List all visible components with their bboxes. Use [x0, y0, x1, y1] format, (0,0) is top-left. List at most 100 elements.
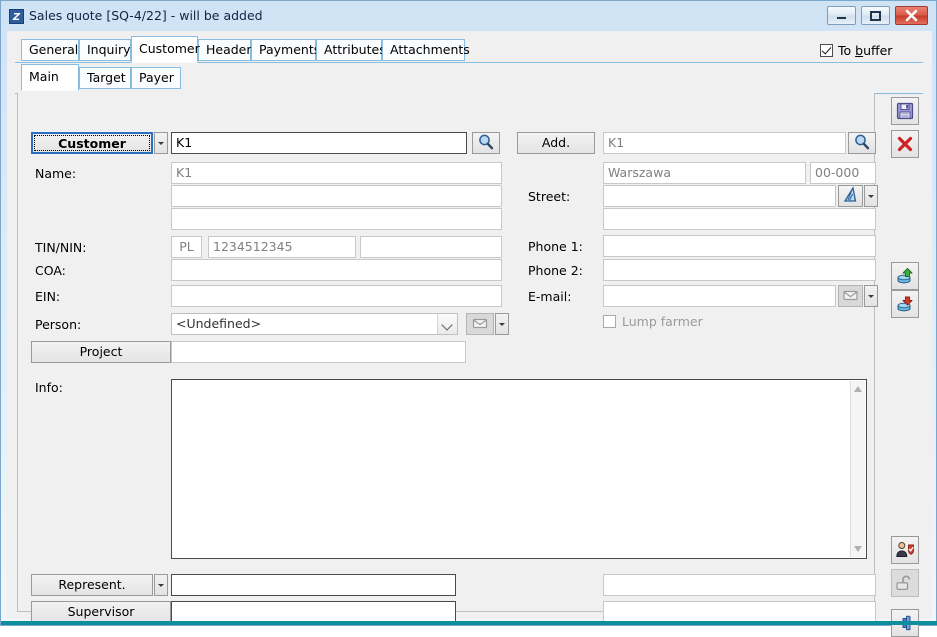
unlocked-padlock-icon — [896, 575, 911, 590]
info-label: Info: — [35, 380, 63, 395]
tab-main[interactable]: Main — [21, 64, 79, 91]
scroll-down-icon[interactable] — [854, 546, 863, 552]
email-mail-dropdown-button[interactable] — [864, 285, 878, 307]
supervisor-input-right[interactable] — [603, 601, 876, 623]
close-button[interactable] — [895, 6, 928, 25]
tin-number-input[interactable]: 1234512345 — [208, 236, 356, 258]
app-icon: Z — [9, 9, 24, 24]
name-input-2[interactable] — [171, 185, 502, 207]
export-button[interactable] — [891, 290, 919, 318]
represent-dropdown-button[interactable] — [154, 574, 168, 596]
user-shield-icon — [896, 542, 914, 557]
tab-attachments[interactable]: Attachments — [382, 39, 470, 61]
tin-extra-input[interactable] — [360, 236, 502, 258]
email-mail-button[interactable] — [838, 285, 863, 307]
supervisor-input[interactable] — [171, 601, 456, 623]
represent-button[interactable]: Represent. — [31, 574, 153, 596]
delete-button[interactable] — [891, 130, 919, 158]
name-label: Name: — [35, 166, 77, 181]
person-mail-button[interactable] — [466, 313, 494, 335]
tab-header[interactable]: Header — [198, 39, 252, 61]
maximize-icon — [870, 11, 881, 21]
envelope-icon — [472, 318, 488, 329]
permissions-button[interactable] — [891, 536, 919, 564]
save-button[interactable] — [891, 97, 919, 125]
postcode-input[interactable]: 00-000 — [810, 162, 876, 184]
coa-input[interactable] — [171, 259, 502, 281]
city-input[interactable]: Warszawa — [603, 162, 806, 184]
email-input[interactable] — [603, 285, 836, 307]
street-label: Street: — [528, 189, 571, 204]
to-buffer-checkbox[interactable]: To buffer — [820, 43, 892, 58]
project-button[interactable]: Project — [31, 341, 171, 363]
person-select[interactable]: <Undefined> — [171, 313, 458, 335]
scroll-up-icon[interactable] — [854, 386, 863, 392]
represent-input-right[interactable] — [603, 574, 876, 596]
person-select-value: <Undefined> — [176, 316, 262, 331]
customer-button[interactable]: Customer — [31, 132, 153, 154]
search-icon — [855, 134, 870, 150]
title-bar: Z Sales quote [SQ-4/22] - will be added — [1, 1, 937, 31]
minimize-button[interactable] — [827, 6, 856, 25]
tab-attributes[interactable]: Attributes — [316, 39, 386, 61]
customer-search-button[interactable] — [472, 132, 500, 154]
address-button[interactable]: Add. — [517, 132, 595, 154]
floppy-disk-icon — [896, 102, 914, 120]
tab-target[interactable]: Target — [79, 67, 131, 89]
info-textarea[interactable] — [171, 379, 867, 559]
represent-input[interactable] — [171, 574, 456, 596]
address-input[interactable]: K1 — [603, 132, 846, 154]
ein-label: EIN: — [35, 289, 61, 304]
email-label: E-mail: — [528, 289, 572, 304]
chevron-down-icon[interactable] — [437, 314, 457, 334]
tab-payer[interactable]: Payer — [131, 67, 181, 89]
minimize-icon — [837, 17, 846, 19]
right-toolbar — [887, 64, 925, 637]
application-window: Z Sales quote [SQ-4/22] - will be added … — [0, 0, 937, 637]
tab-customer[interactable]: Customer — [131, 36, 200, 63]
tab-general[interactable]: General — [21, 39, 79, 61]
phone2-input[interactable] — [603, 259, 876, 281]
ein-input[interactable] — [171, 285, 502, 307]
address-search-button[interactable] — [848, 132, 876, 154]
tab-payments[interactable]: Payments — [251, 39, 320, 61]
lump-farmer-check-box[interactable] — [603, 315, 616, 328]
customer-dropdown-button[interactable] — [154, 132, 168, 154]
customer-input[interactable]: K1 — [171, 132, 467, 154]
name-input-3[interactable] — [171, 208, 502, 230]
tin-label: TIN/NIN: — [35, 240, 87, 255]
person-label: Person: — [35, 317, 82, 332]
status-accent-bar — [1, 621, 937, 625]
phone1-input[interactable] — [603, 235, 876, 257]
database-down-icon — [897, 296, 913, 312]
red-x-icon — [897, 136, 913, 152]
close-icon — [905, 9, 918, 22]
project-input[interactable] — [171, 341, 466, 363]
tab-inquiry[interactable]: Inquiry — [79, 39, 131, 61]
street-input[interactable] — [603, 185, 836, 207]
import-button[interactable] — [891, 262, 919, 290]
maximize-button[interactable] — [861, 6, 890, 25]
info-scrollbar[interactable] — [850, 381, 865, 557]
phone2-label: Phone 2: — [528, 263, 583, 278]
tin-prefix-input[interactable]: PL — [171, 236, 202, 258]
street-input-2[interactable] — [603, 208, 876, 230]
search-icon — [479, 134, 494, 150]
street-map-button[interactable] — [838, 185, 863, 207]
lump-farmer-label: Lump farmer — [622, 314, 703, 329]
to-buffer-check-box[interactable] — [820, 44, 833, 57]
lock-button[interactable] — [891, 569, 919, 597]
envelope-icon — [843, 290, 858, 301]
person-mail-dropdown-button[interactable] — [495, 313, 509, 335]
client-area: To buffer General Inquiry Customer Heade… — [7, 31, 932, 637]
street-map-dropdown-button[interactable] — [864, 185, 878, 207]
lump-farmer-checkbox[interactable]: Lump farmer — [603, 314, 703, 329]
name-input-1[interactable]: K1 — [171, 162, 502, 184]
phone1-label: Phone 1: — [528, 239, 583, 254]
database-up-icon — [897, 268, 913, 284]
window-title: Sales quote [SQ-4/22] - will be added — [29, 8, 263, 23]
map-icon — [843, 186, 857, 202]
to-buffer-label: To buffer — [838, 43, 893, 58]
customer-form-panel: Customer K1 Name: K1 TIN/NIN: PL 1234512… — [17, 93, 878, 623]
supervisor-button[interactable]: Supervisor — [31, 601, 171, 623]
